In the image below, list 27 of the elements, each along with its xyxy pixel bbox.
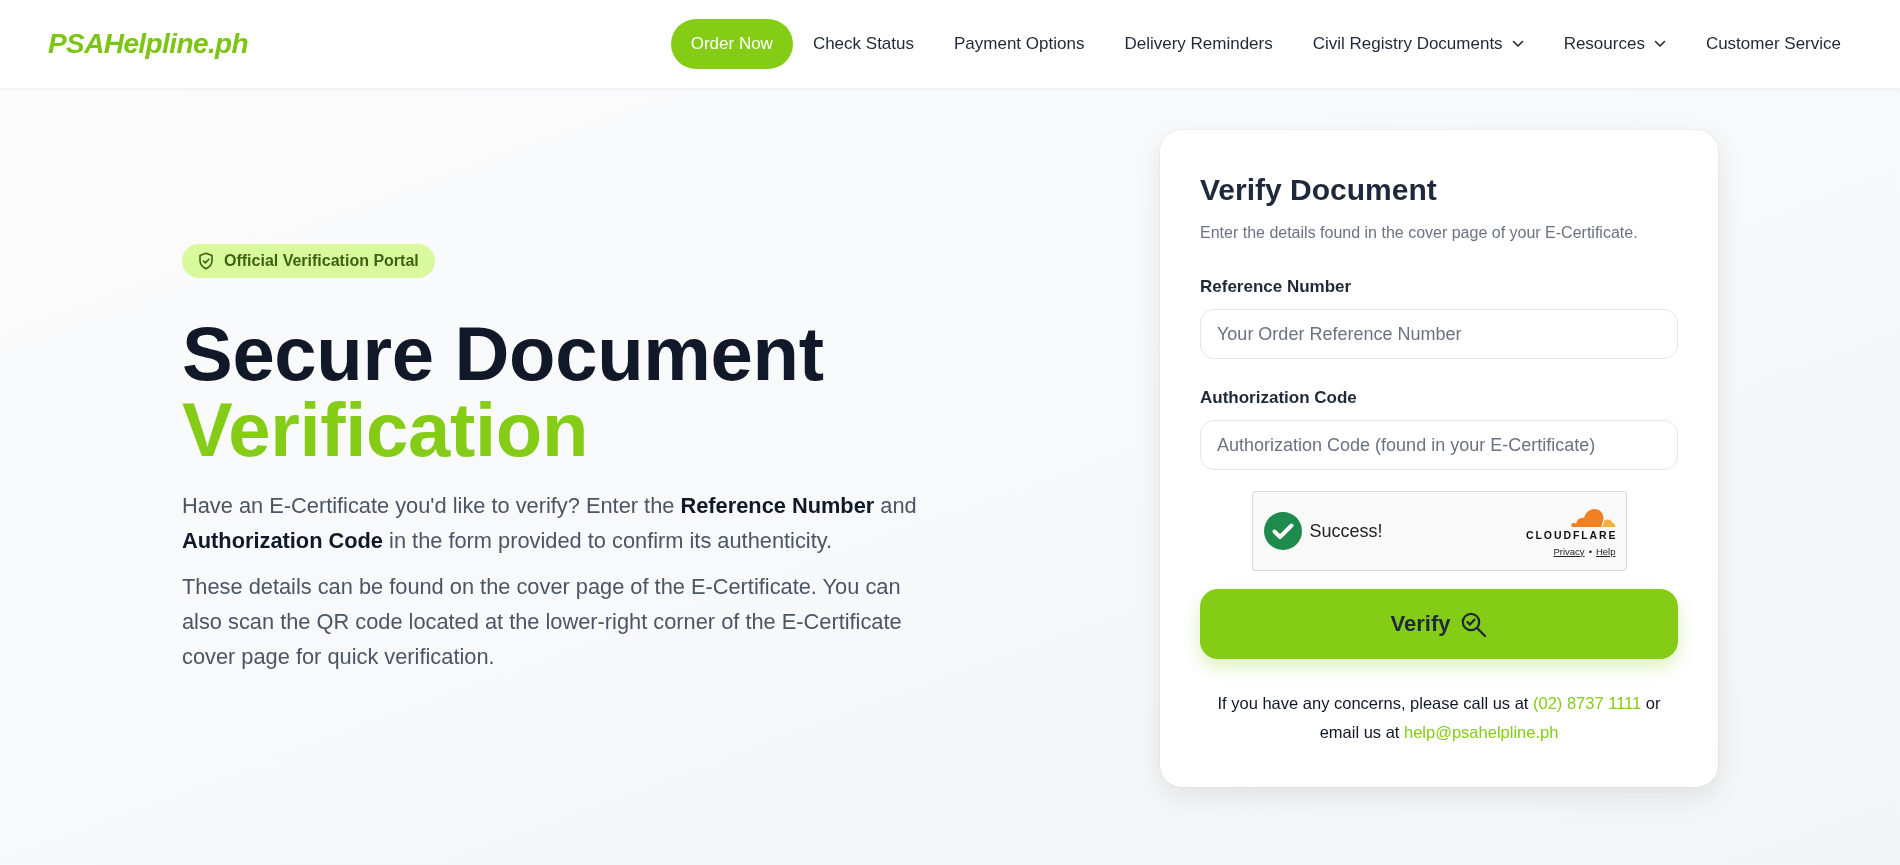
hero-description: These details can be found on the cover page of the E-Certificate. You can also scan the QR code located at the lower-right corner of the E-Certificate cover page for quick verification. (182, 572, 903, 671)
hero-title: Secure Document (182, 315, 824, 392)
nav-link[interactable]: Delivery Reminders (1104, 19, 1293, 69)
chevron-down-icon (1653, 40, 1666, 48)
captcha-status: Success! (1309, 520, 1383, 542)
link-separator: • (1588, 545, 1592, 557)
input-field[interactable]: Your Order Reference Number (1200, 309, 1678, 359)
portal-label: Official Verification Portal (224, 251, 419, 270)
captcha-link[interactable]: Privacy (1553, 545, 1585, 557)
field-label: Authorization Code (1200, 387, 1357, 409)
hero-title-highlight: Verification (182, 391, 589, 468)
card-title: Verify Document (1200, 172, 1438, 208)
input-field[interactable]: Authorization Code (found in your E-Certificate) (1200, 420, 1678, 470)
nav-link[interactable]: Customer Service (1685, 19, 1861, 69)
provider-name: CLOUDFLARE (1526, 528, 1618, 541)
nav-link[interactable]: Payment Options (934, 19, 1105, 69)
card-subtitle: Enter the details found in the cover page of your E-Certificate. (1200, 223, 1639, 243)
hero-description: Have an E-Certificate you'd like to verify? Enter the Reference Number and Authorization Code in the form provided to confirm its authenticity. (182, 491, 918, 555)
chevron-down-icon (1511, 40, 1524, 48)
contact-text: If you have any concerns, please call us at (02) 8737 1111 or email us at help@psahelpline.ph (1216, 693, 1662, 743)
captcha-link[interactable]: Help (1595, 545, 1616, 557)
nav-link[interactable]: Check Status (792, 19, 934, 69)
verify-button[interactable]: Verify (1200, 589, 1678, 659)
field-label: Reference Number (1200, 276, 1352, 298)
search-check-icon (1460, 610, 1488, 638)
nav-dropdown[interactable]: Civil Registry Documents (1292, 19, 1544, 69)
nav-dropdown[interactable]: Resources (1543, 19, 1686, 69)
